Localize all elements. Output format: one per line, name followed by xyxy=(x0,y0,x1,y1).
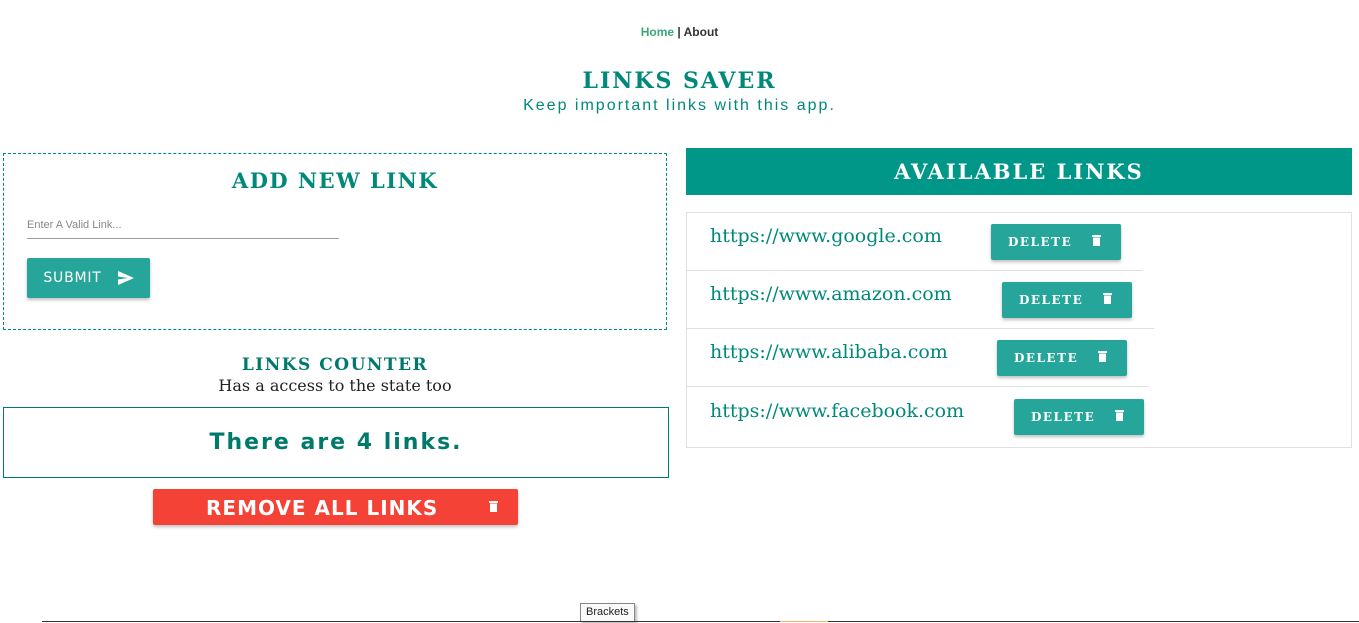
delete-label: DELETE xyxy=(1014,351,1079,365)
submit-button-label: SUBMIT xyxy=(43,270,102,286)
add-link-panel: ADD NEW LINK SUBMIT xyxy=(3,153,667,330)
delete-button[interactable]: DELETE xyxy=(997,340,1127,376)
taskbar-tooltip: Brackets xyxy=(580,603,635,622)
link-url[interactable]: https://www.alibaba.com xyxy=(710,341,948,363)
trash-icon xyxy=(1098,351,1107,362)
delete-label: DELETE xyxy=(1008,235,1073,249)
nav-separator: | xyxy=(677,25,681,39)
app-title: LINKS SAVER xyxy=(582,68,777,94)
top-nav: Home | About xyxy=(0,25,1359,39)
remove-all-links-button[interactable]: REMOVE ALL LINKS xyxy=(153,489,518,525)
app-subtitle: Keep important links with this app. xyxy=(523,97,836,114)
nav-home-link[interactable]: Home xyxy=(641,25,674,39)
trash-icon xyxy=(489,501,498,512)
add-link-title: ADD NEW LINK xyxy=(231,168,439,193)
trash-icon xyxy=(1103,293,1112,304)
taskbar-accent xyxy=(780,621,828,622)
link-input[interactable] xyxy=(27,212,339,239)
taskbar-edge xyxy=(42,621,1359,622)
delete-button[interactable]: DELETE xyxy=(1002,282,1132,318)
link-url[interactable]: https://www.facebook.com xyxy=(710,400,964,422)
delete-label: DELETE xyxy=(1019,293,1084,307)
trash-icon xyxy=(1092,235,1101,246)
available-links-header: AVAILABLE LINKS xyxy=(686,148,1352,195)
links-list: https://www.google.com DELETE https://ww… xyxy=(686,212,1352,448)
link-url[interactable]: https://www.amazon.com xyxy=(710,283,952,305)
send-icon xyxy=(117,271,134,285)
delete-button[interactable]: DELETE xyxy=(1014,399,1144,435)
trash-icon xyxy=(1115,410,1124,421)
counter-title: LINKS COUNTER xyxy=(241,355,429,375)
link-row: https://www.amazon.com DELETE xyxy=(687,271,1154,329)
counter-subtitle: Has a access to the state too xyxy=(218,376,452,395)
counter-box: There are 4 links. xyxy=(3,407,669,478)
link-row: https://www.google.com DELETE xyxy=(687,213,1143,271)
remove-all-label: REMOVE ALL LINKS xyxy=(206,496,439,520)
delete-button[interactable]: DELETE xyxy=(991,224,1121,260)
link-url[interactable]: https://www.google.com xyxy=(710,225,942,247)
link-row: https://www.facebook.com DELETE xyxy=(687,388,1157,446)
counter-text: There are 4 links. xyxy=(209,430,463,455)
submit-button[interactable]: SUBMIT xyxy=(27,258,150,298)
delete-label: DELETE xyxy=(1031,410,1096,424)
link-row: https://www.alibaba.com DELETE xyxy=(687,329,1149,387)
nav-about-link[interactable]: About xyxy=(684,25,719,39)
